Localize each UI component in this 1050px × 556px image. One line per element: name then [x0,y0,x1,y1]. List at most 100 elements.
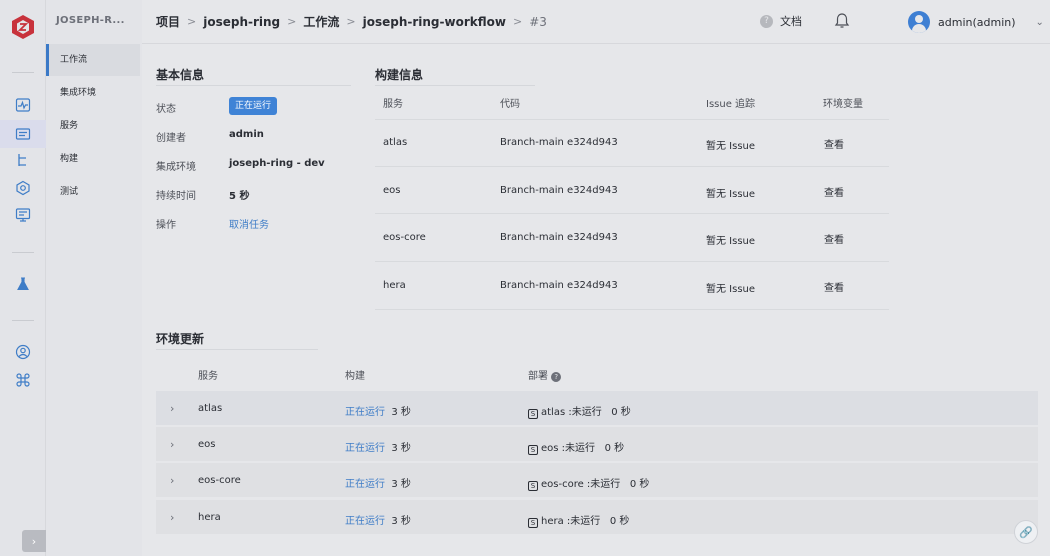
breadcrumb-workflow[interactable]: joseph-ring-workflow [363,15,506,29]
breadcrumb-separator: > [187,15,197,28]
build-time: 3 秒 [391,516,411,527]
sidebar-item-test[interactable]: 测试 [46,176,140,208]
view-env-link[interactable]: 查看 [824,136,844,151]
view-env-link[interactable]: 查看 [824,279,844,294]
service-icon: S [528,409,538,419]
expand-sidebar-button[interactable]: › [22,530,46,552]
service-name: eos [383,185,401,196]
monitor-icon[interactable] [14,206,32,224]
table-row[interactable]: › hera 正在运行 3 秒 Shera :未运行 0 秒 [156,500,1038,535]
help-icon: ? [551,372,562,382]
build-status: 正在运行 3 秒 [345,403,411,418]
sidebar-item-build[interactable]: 构建 [46,143,140,175]
service-icon: S [528,518,538,528]
build-info-title: 构建信息 [375,68,424,82]
issue-value: 暂无 Issue [706,141,756,152]
build-status: 正在运行 3 秒 [345,475,411,490]
row-divider [375,119,889,120]
deploy-header-label: 部署 [528,371,548,382]
settings-hex-icon[interactable] [14,179,32,197]
user-name: admin(admin) [938,15,1016,29]
breadcrumb: 项目 > joseph-ring > 工作流 > joseph-ring-wor… [156,13,547,30]
deploy-status: Seos :未运行 0 秒 [528,439,624,455]
deploy-value: hera :未运行 [541,516,601,527]
status-label: 状态 [156,104,176,115]
breadcrumb-separator: > [512,15,523,28]
sidebar-item-environments[interactable]: 集成环境 [46,77,140,109]
docs-label: 文档 [780,15,802,28]
chevron-right-icon[interactable]: › [170,511,174,524]
sidebar-item-services[interactable]: 服务 [46,110,140,142]
column-header-issue: Issue 追踪 [706,99,756,110]
avatar [908,11,930,33]
breadcrumb-separator: > [346,15,356,28]
table-row[interactable]: › atlas 正在运行 3 秒 Satlas :未运行 0 秒 [156,391,1038,426]
action-label: 操作 [156,220,176,231]
build-status-link[interactable]: 正在运行 [345,443,385,454]
logo-icon[interactable] [11,14,35,40]
issue-value: 暂无 Issue [706,284,756,295]
user-menu[interactable]: admin(admin) ⌄ [908,11,1044,33]
env-table-header: 服务 构建 部署 ? [156,357,1038,390]
build-status-link[interactable]: 正在运行 [345,479,385,490]
view-env-link[interactable]: 查看 [824,231,844,246]
view-env-link[interactable]: 查看 [824,184,844,199]
chevron-right-icon[interactable]: › [170,474,174,487]
table-row[interactable]: › eos-core 正在运行 3 秒 Seos-core :未运行 0 秒 [156,463,1038,498]
breadcrumb-project[interactable]: joseph-ring [203,15,280,29]
row-divider [375,166,889,167]
deploy-status: Shera :未运行 0 秒 [528,512,629,528]
env-update-title: 环境更新 [156,332,205,346]
rail-divider [12,320,34,321]
deploy-time: 0 秒 [629,479,650,490]
code-branch-link[interactable]: Branch-main e324d943 [500,185,618,196]
basic-info-title: 基本信息 [156,68,205,82]
build-time: 3 秒 [391,479,411,490]
chevron-right-icon[interactable]: › [170,402,174,415]
top-header: 项目 > joseph-ring > 工作流 > joseph-ring-wor… [142,0,1050,44]
flask-icon[interactable] [14,275,32,293]
column-header-service: 服务 [198,371,218,382]
bell-icon[interactable] [834,12,850,30]
build-status-link[interactable]: 正在运行 [345,516,385,527]
rail-divider [12,252,34,253]
column-header-deploy: 部署 ? [528,367,562,382]
breadcrumb-projects[interactable]: 项目 [156,13,180,30]
project-icon[interactable] [14,125,32,143]
column-header-env-vars: 环境变量 [823,99,863,110]
link-icon[interactable]: 🔗 [1014,520,1038,544]
breadcrumb-run-number: #3 [529,14,547,29]
column-header-build: 构建 [345,371,365,382]
code-branch-link[interactable]: Branch-main e324d943 [500,137,618,148]
sidebar-item-workflow[interactable]: 工作流 [46,44,140,76]
code-branch-link[interactable]: Branch-main e324d943 [500,232,618,243]
pulse-icon[interactable] [14,96,32,114]
service-name: hera [198,512,221,523]
deploy-value: eos :未运行 [541,443,596,454]
deploy-value: atlas :未运行 [541,407,602,418]
code-branch-link[interactable]: Branch-main e324d943 [500,280,618,291]
tree-icon[interactable] [14,151,32,169]
section-divider [156,85,351,86]
docs-link[interactable]: ? 文档 [760,13,802,29]
chevron-right-icon[interactable]: › [170,438,174,451]
deploy-value: eos-core :未运行 [541,479,621,490]
table-row[interactable]: › eos 正在运行 3 秒 Seos :未运行 0 秒 [156,427,1038,462]
user-circle-icon[interactable] [14,343,32,361]
service-name: eos-core [383,232,426,243]
build-status: 正在运行 3 秒 [345,512,411,527]
build-status-link[interactable]: 正在运行 [345,407,385,418]
icon-rail: › [0,0,46,556]
cancel-task-link[interactable]: 取消任务 [229,216,269,231]
row-divider [375,309,889,310]
deploy-status: Satlas :未运行 0 秒 [528,403,631,419]
environment-value: joseph-ring - dev [229,158,325,169]
service-icon: S [528,445,538,455]
service-name: eos [198,439,216,450]
environment-label: 集成环境 [156,162,196,173]
command-icon[interactable] [14,371,32,389]
rail-divider [12,72,34,73]
duration-value: 5 秒 [229,191,250,202]
breadcrumb-workflows[interactable]: 工作流 [303,13,339,30]
section-divider [375,85,535,86]
